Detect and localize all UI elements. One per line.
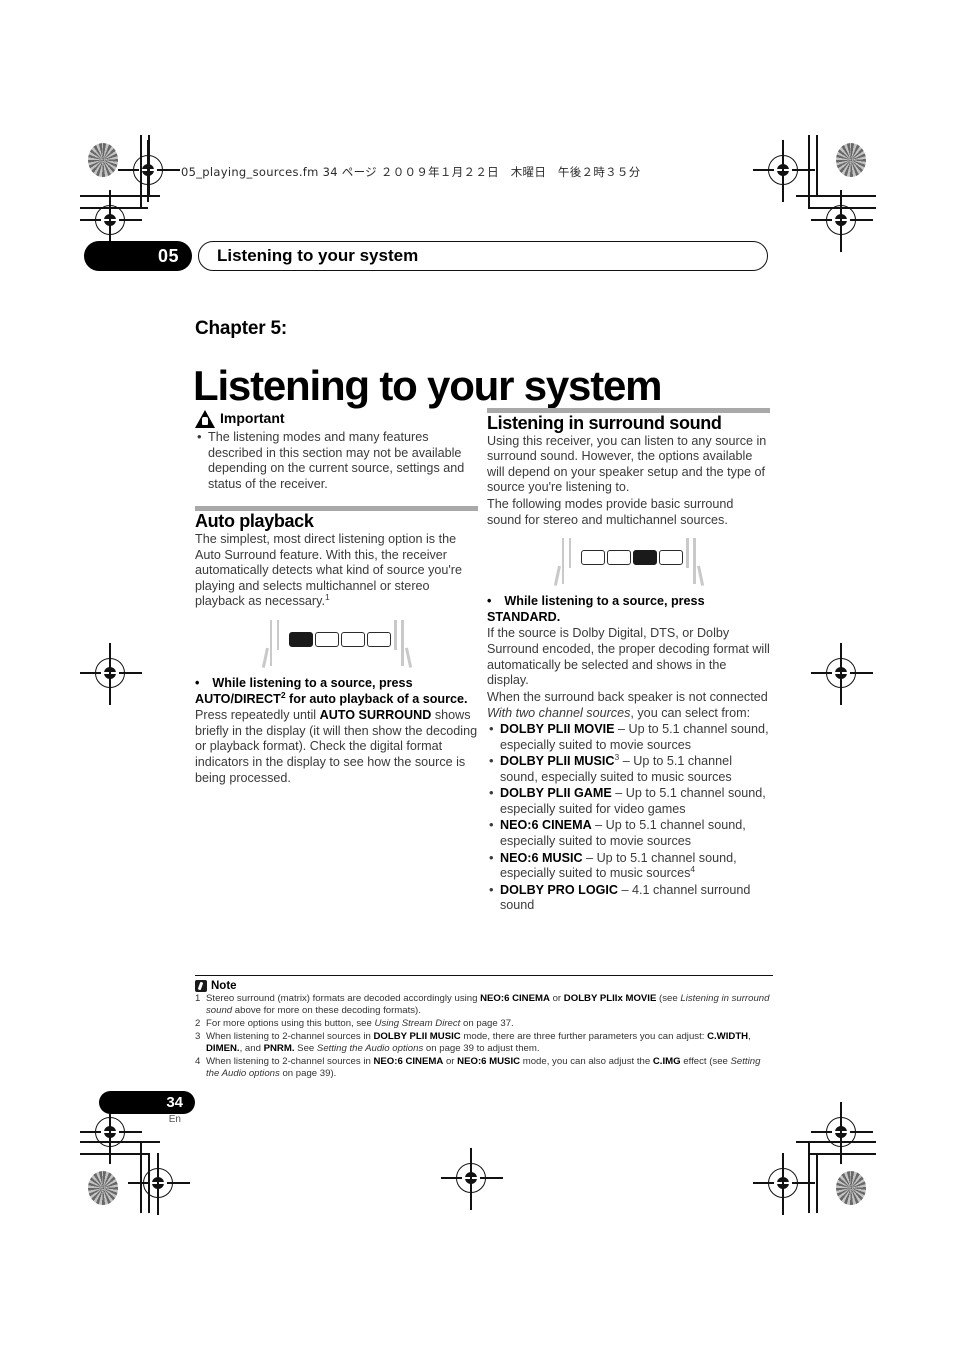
surround-para-1: Using this receiver, you can listen to a…	[487, 433, 767, 495]
list-item: DOLBY PLII MOVIE – Up to 5.1 channel sou…	[487, 721, 770, 753]
footnote-item: 2 For more options using this button, see…	[195, 1018, 773, 1030]
remote-button-1	[580, 550, 605, 566]
footnote-item: 4 When listening to 2-channel sources in …	[195, 1056, 773, 1080]
right-column: Listening in surround sound Using this r…	[487, 408, 770, 915]
step-line-1: While listening to a source, press	[504, 594, 705, 609]
important-block: Important The listening modes and many f…	[195, 410, 478, 492]
list-item: NEO:6 MUSIC – Up to 5.1 channel sound, e…	[487, 850, 770, 882]
footnote-number: 2	[195, 1018, 201, 1030]
two-channel-sources-italic: With two channel sources	[487, 706, 631, 721]
surround-mode-list: DOLBY PLII MOVIE – Up to 5.1 channel sou…	[487, 721, 770, 914]
registration-mark-mid-right	[811, 643, 873, 705]
remote-button-standard	[632, 550, 657, 566]
surround-body-2: When the surround back speaker is not co…	[487, 689, 768, 704]
surround-body-1: If the source is Dolby Digital, DTS, or …	[487, 626, 770, 688]
mode-name: DOLBY PLII GAME	[500, 786, 612, 801]
mode-name: DOLBY PLII MUSIC	[500, 754, 615, 769]
surround-heading: Listening in surround sound	[487, 413, 722, 433]
remote-button-3	[340, 631, 365, 647]
notes-heading: Note	[211, 980, 237, 993]
auto-playback-step: • While listening to a source, press AUTO…	[195, 676, 478, 707]
print-filename-header: 05_playing_sources.fm 34 ページ ２００９年１月２２日 …	[181, 165, 641, 179]
mode-name: DOLBY PLII MOVIE	[500, 721, 615, 736]
page-number: 34	[99, 1091, 195, 1114]
footnote-ref-1: 1	[324, 592, 330, 603]
auto-playback-body-pre: Press repeatedly until	[195, 708, 320, 723]
notes-divider	[195, 975, 773, 977]
registration-mark-top-right	[753, 140, 815, 202]
note-pencil-icon	[195, 980, 207, 993]
footnote-text: For more options using this button, see …	[206, 1018, 514, 1030]
registration-mark-mid-left	[80, 643, 142, 705]
footnote-text: Stereo surround (matrix) formats are dec…	[206, 993, 770, 1017]
remote-control-illustration-standard	[553, 536, 704, 588]
crop-corner-top-right	[796, 135, 876, 215]
surround-para-2: The following modes provide basic surrou…	[487, 496, 734, 527]
crop-corner-top-left	[80, 135, 160, 215]
important-heading: Important	[220, 410, 285, 427]
notes-block: Note 1 Stereo surround (matrix) formats a…	[195, 975, 773, 1081]
important-heading-row: Important	[195, 410, 478, 428]
footnote-number: 4	[195, 1055, 201, 1067]
step-key-standard: STANDARD.	[487, 609, 561, 624]
registration-mark-bottom-center	[441, 1148, 503, 1210]
auto-playback-section: Auto playback The simplest, most direct …	[195, 506, 478, 786]
footnote-item: 3 When listening to 2-channel sources in …	[195, 1031, 773, 1055]
mode-name: NEO:6 CINEMA	[500, 818, 592, 833]
footnote-text: When listening to 2-channel sources in D…	[206, 1030, 751, 1054]
registration-mark-bottom-right	[753, 1153, 815, 1215]
step-line-1: While listening to a source, press	[212, 675, 413, 690]
list-item: NEO:6 CINEMA – Up to 5.1 channel sound, …	[487, 817, 770, 849]
footnote-number: 1	[195, 993, 201, 1005]
step-key-auto-direct: AUTO/DIRECT	[195, 691, 281, 706]
remote-button-4	[658, 550, 683, 566]
chapter-label: Chapter 5:	[195, 318, 287, 339]
notes-heading-row: Note	[195, 980, 773, 993]
surround-body-3-rest: , you can select from:	[630, 706, 751, 721]
left-column: Important The listening modes and many f…	[195, 410, 478, 786]
remote-button-2	[606, 550, 631, 566]
list-item: DOLBY PRO LOGIC – 4.1 channel surround s…	[487, 882, 770, 914]
crop-corner-bottom-left	[80, 1133, 160, 1213]
language-code: En	[168, 1114, 181, 1125]
footnote-item: 1 Stereo surround (matrix) formats are de…	[195, 993, 773, 1017]
step-bullet: •	[195, 675, 200, 690]
warning-triangle-icon	[195, 410, 215, 428]
list-item: DOLBY PLII MUSIC3 – Up to 5.1 channel so…	[487, 753, 770, 785]
list-item: The listening modes and many features de…	[195, 429, 478, 492]
mode-name: DOLBY PRO LOGIC	[500, 882, 619, 897]
surround-step: • While listening to a source, press STAN…	[487, 594, 770, 625]
step-line-2-rest: for auto playback of a source.	[285, 691, 468, 706]
mode-description-footnote-ref: 4	[690, 864, 696, 875]
remote-button-row	[580, 550, 683, 566]
running-header-chapter-title: Listening to your system	[198, 241, 768, 271]
auto-playback-heading: Auto playback	[195, 511, 314, 532]
remote-button-auto-direct	[288, 631, 313, 647]
step-bullet: •	[487, 594, 492, 609]
running-header-chapter-number: 05	[84, 241, 192, 271]
mode-name: NEO:6 MUSIC	[500, 850, 583, 865]
auto-playback-body: Press repeatedly until AUTO SURROUND sho…	[195, 708, 478, 786]
list-item: DOLBY PLII GAME – Up to 5.1 channel soun…	[487, 785, 770, 817]
footnote-list: 1 Stereo surround (matrix) formats are de…	[195, 993, 773, 1080]
footnote-number: 3	[195, 1030, 201, 1042]
auto-surround-keyword: AUTO SURROUND	[319, 708, 432, 723]
auto-playback-intro: The simplest, most direct listening opti…	[195, 532, 478, 610]
important-bullet-list: The listening modes and many features de…	[195, 429, 478, 492]
footnote-text: When listening to 2-channel sources in N…	[206, 1055, 761, 1079]
remote-control-illustration-auto-direct	[261, 618, 412, 670]
surround-body-3: With two channel sources, you can select…	[487, 706, 770, 722]
crop-corner-bottom-right	[796, 1133, 876, 1213]
remote-button-2	[314, 631, 339, 647]
remote-button-row	[288, 631, 391, 647]
remote-button-4	[366, 631, 391, 647]
page-title: Listening to your system	[193, 362, 662, 410]
